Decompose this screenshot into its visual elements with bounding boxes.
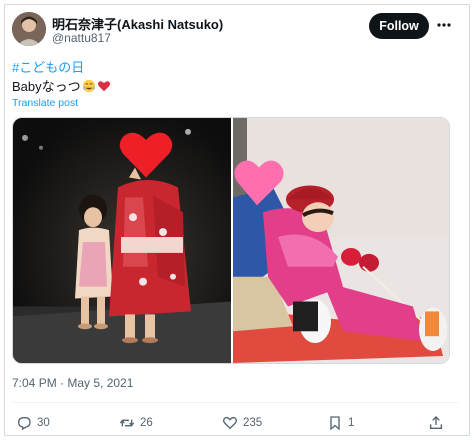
share-icon [430,416,442,429]
photo-child-in-kimono[interactable] [13,118,231,363]
retweet-button[interactable]: 26 [119,414,153,432]
more-options-icon[interactable] [436,15,452,35]
author-handle[interactable]: @nattu817 [52,31,111,45]
retweet-count: 26 [140,417,153,429]
reply-icon [17,417,31,431]
post-timestamp[interactable]: 7:04 PM · May 5, 2021 [12,376,133,390]
like-icon [223,416,237,430]
follow-button[interactable]: Follow [369,13,429,39]
reply-button[interactable]: 30 [16,414,50,432]
photo-children-sledding[interactable] [233,118,449,363]
bookmark-count: 1 [348,417,355,429]
media-grid [12,117,450,364]
avatar[interactable] [12,12,46,46]
hashtag-link[interactable]: #こどもの日 [12,57,84,76]
tears-of-joy-emoji [82,79,96,93]
like-button[interactable]: 235 [222,414,262,432]
like-count: 235 [243,417,263,429]
reply-count: 30 [37,417,50,429]
divider [12,402,458,403]
share-button[interactable] [428,414,449,432]
bookmark-icon [330,416,340,431]
bookmark-button[interactable]: 1 [327,414,354,432]
translate-post-link[interactable]: Translate post [12,97,78,109]
tweet-text: Babyなっつ [12,76,111,95]
heart-emoji [97,79,111,93]
retweet-icon [119,419,135,427]
tweet-text-body: Babyなっつ [12,79,81,94]
